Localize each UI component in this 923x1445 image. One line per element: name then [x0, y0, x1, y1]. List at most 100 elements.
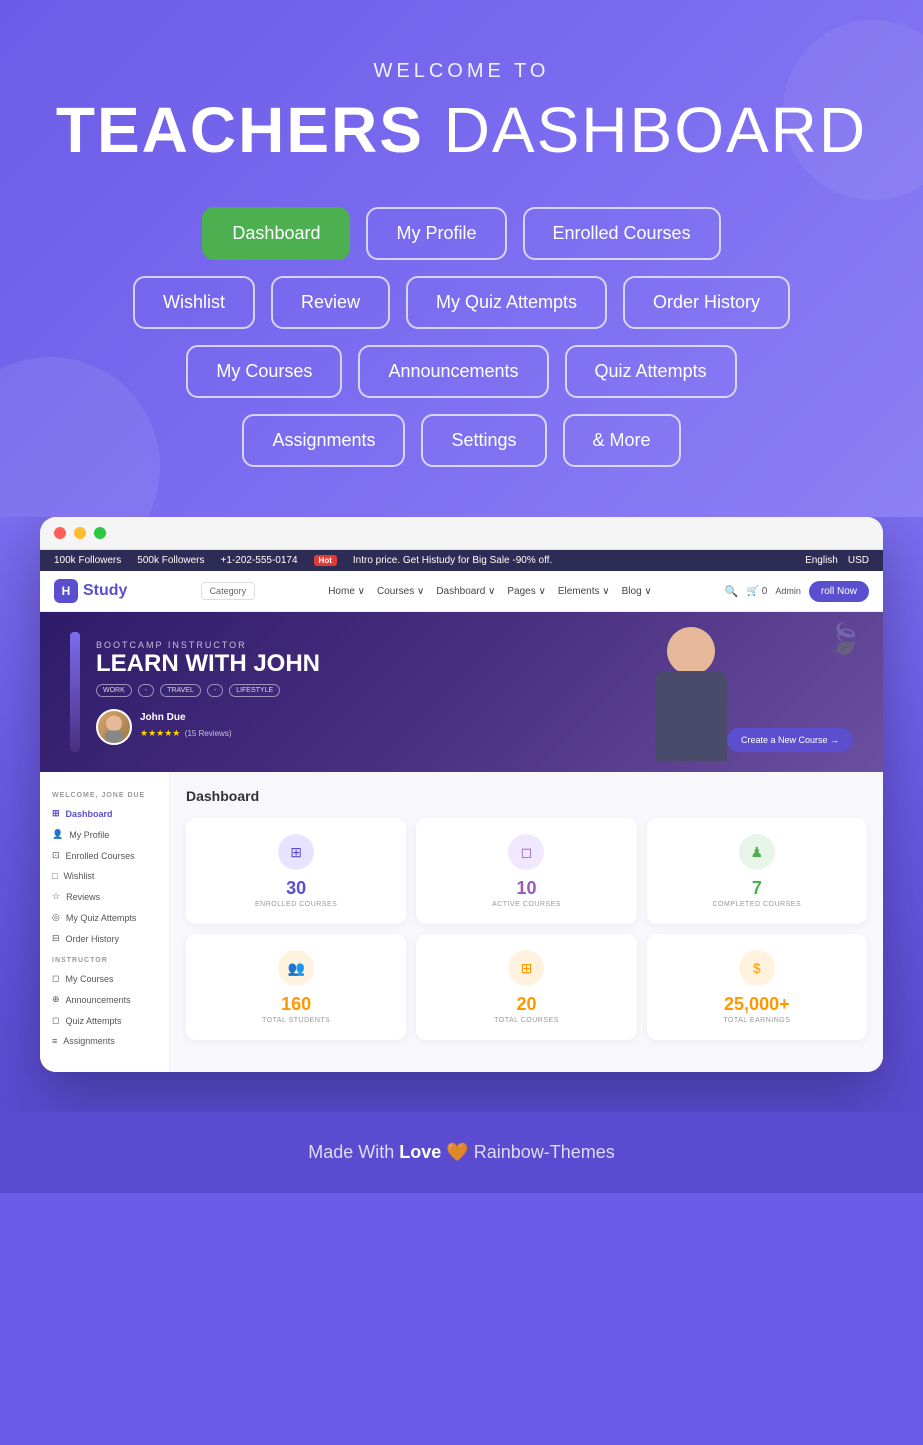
wishlist-icon: □: [52, 871, 57, 881]
bootcamp-label: BOOTCAMP INSTRUCTOR: [96, 640, 320, 650]
nav-btn-assignments[interactable]: Assignments: [242, 414, 405, 467]
tag-work: WORK: [96, 684, 132, 697]
instructor-details: John Due ★★★★★ (15 Reviews): [140, 712, 231, 741]
followers1: 100k Followers: [54, 555, 121, 566]
dot-yellow: [74, 527, 86, 539]
sidebar-item-enrolled-courses[interactable]: ⊡ Enrolled Courses: [40, 845, 169, 866]
tag-travel: TRAVEL: [160, 684, 201, 697]
sidebar-item-quiz-attempts-instructor[interactable]: ◻ Quiz Attempts: [40, 1010, 169, 1031]
hero-section: WELCOME TO TEACHERS DASHBOARD Dashboard …: [0, 0, 923, 517]
nav-btn-wishlist[interactable]: Wishlist: [133, 276, 255, 329]
cart-icon[interactable]: 🛒 0: [747, 586, 768, 597]
site-nav-links: Home ∨ Courses ∨ Dashboard ∨ Pages ∨ Ele…: [328, 586, 652, 597]
phone: +1-202-555-0174: [221, 555, 298, 566]
students-stat-label: TOTAL STUDENTS: [198, 1017, 394, 1024]
nav-btn-settings[interactable]: Settings: [421, 414, 546, 467]
sidebar-item-wishlist[interactable]: □ Wishlist: [40, 866, 169, 886]
logo-text: Study: [83, 582, 127, 600]
nav-btn-announcements[interactable]: Announcements: [358, 345, 548, 398]
sidebar-item-reviews[interactable]: ☆ Reviews: [40, 886, 169, 907]
nav-btn-order-history[interactable]: Order History: [623, 276, 790, 329]
lang-select[interactable]: English: [805, 555, 838, 566]
quiz-attempts-icon: ◻: [52, 1015, 59, 1026]
sidebar-instructor-label: INSTRUCTOR: [40, 949, 169, 968]
nav-btn-review[interactable]: Review: [271, 276, 390, 329]
nav-btn-dashboard[interactable]: Dashboard: [202, 207, 350, 260]
create-course-button[interactable]: Create a New Course →: [727, 728, 853, 752]
profile-icon: 👤: [52, 829, 63, 840]
site-hero-content: BOOTCAMP INSTRUCTOR LEARN WITH JOHN WORK…: [96, 640, 320, 745]
search-icon[interactable]: 🔍: [725, 585, 739, 598]
stat-enrolled-courses: ⊞ 30 ENROLLED COURSES: [186, 818, 406, 924]
stat-completed-courses: ♟ 7 COMPLETED COURSES: [647, 818, 867, 924]
stat-total-earnings: $ 25,000+ TOTAL EARNINGS: [647, 934, 867, 1040]
hero-person-figure: [643, 627, 738, 772]
nav-btn-more[interactable]: & More: [563, 414, 681, 467]
earnings-stat-icon: $: [739, 950, 775, 986]
completed-stat-icon: ♟: [739, 834, 775, 870]
nav-btn-enrolled-courses[interactable]: Enrolled Courses: [523, 207, 721, 260]
footer-text-after: Rainbow-Themes: [474, 1142, 615, 1162]
nav-courses[interactable]: Courses ∨: [377, 586, 424, 597]
sidebar-quiz-attempts-label: Quiz Attempts: [65, 1016, 121, 1026]
sidebar-item-my-profile[interactable]: 👤 My Profile: [40, 824, 169, 845]
site-hero-banner: BOOTCAMP INSTRUCTOR LEARN WITH JOHN WORK…: [40, 612, 883, 772]
enrolled-icon: ⊡: [52, 850, 60, 861]
total-courses-stat-number: 20: [428, 994, 624, 1015]
sidebar-item-my-courses[interactable]: ◻ My Courses: [40, 968, 169, 989]
person-head: [667, 627, 715, 675]
sidebar-item-order-history[interactable]: ⊟ Order History: [40, 928, 169, 949]
enrolled-stat-icon: ⊞: [278, 834, 314, 870]
nav-btn-my-profile[interactable]: My Profile: [366, 207, 506, 260]
enroll-button[interactable]: roll Now: [809, 581, 869, 602]
sidebar-item-assignments[interactable]: ≡ Assignments: [40, 1031, 169, 1051]
active-stat-label: ACTIVE COURSES: [428, 901, 624, 908]
sidebar-profile-label: My Profile: [69, 830, 109, 840]
site-logo[interactable]: H Study: [54, 579, 127, 603]
nav-blog[interactable]: Blog ∨: [622, 586, 652, 597]
total-courses-stat-label: TOTAL COURSES: [428, 1017, 624, 1024]
nav-pages[interactable]: Pages ∨: [507, 586, 545, 597]
sidebar-order-label: Order History: [66, 934, 120, 944]
sidebar: WELCOME, JONE DUE ⊞ Dashboard 👤 My Profi…: [40, 772, 170, 1072]
students-stat-icon: 👥: [278, 950, 314, 986]
nav-home[interactable]: Home ∨: [328, 586, 365, 597]
site-hero-title: LEARN WITH JOHN: [96, 650, 320, 678]
sidebar-quiz-label: My Quiz Attempts: [66, 913, 137, 923]
sidebar-item-announcements[interactable]: ⊕ Announcements: [40, 989, 169, 1010]
nav-elements[interactable]: Elements ∨: [558, 586, 610, 597]
stats-row-2: 👥 160 TOTAL STUDENTS ⊞ 20 TOTAL COURSES …: [186, 934, 867, 1040]
nav-btn-my-quiz-attempts[interactable]: My Quiz Attempts: [406, 276, 607, 329]
tag-lifestyle: LIFESTYLE: [229, 684, 280, 697]
students-stat-number: 160: [198, 994, 394, 1015]
nav-actions: 🔍 🛒 0 Admin roll Now: [725, 581, 869, 602]
leaf-decoration: 🍃: [826, 622, 863, 657]
dot-green-chrome: [94, 527, 106, 539]
instructor-name: John Due: [140, 712, 231, 723]
sidebar-item-dashboard[interactable]: ⊞ Dashboard: [40, 803, 169, 824]
tag-separator1: -: [138, 684, 154, 697]
browser-wrap: 100k Followers 500k Followers +1-202-555…: [0, 517, 923, 1112]
person-torso: [655, 671, 727, 761]
hot-badge: Hot: [314, 555, 337, 566]
nav-btn-my-courses[interactable]: My Courses: [186, 345, 342, 398]
hero-left-strip: [70, 632, 80, 752]
category-btn[interactable]: Category: [201, 582, 256, 600]
logo-icon: H: [54, 579, 78, 603]
my-courses-icon: ◻: [52, 973, 59, 984]
top-bar: 100k Followers 500k Followers +1-202-555…: [40, 550, 883, 571]
site-nav-bar: H Study Category Home ∨ Courses ∨ Dashbo…: [40, 571, 883, 612]
currency-select[interactable]: USD: [848, 555, 869, 566]
stat-total-courses: ⊞ 20 TOTAL COURSES: [416, 934, 636, 1040]
enrolled-stat-label: ENROLLED COURSES: [198, 901, 394, 908]
hero-title-bold: TEACHERS: [56, 94, 424, 166]
nav-row-4: Assignments Settings & More: [242, 414, 680, 467]
sidebar-item-quiz-attempts[interactable]: ◎ My Quiz Attempts: [40, 907, 169, 928]
admin-label: Admin: [775, 586, 801, 596]
nav-dashboard[interactable]: Dashboard ∨: [436, 586, 495, 597]
dashboard-title: Dashboard: [186, 788, 867, 804]
dashboard-area: WELCOME, JONE DUE ⊞ Dashboard 👤 My Profi…: [40, 772, 883, 1072]
earnings-stat-label: TOTAL EARNINGS: [659, 1017, 855, 1024]
footer-text-before: Made With: [308, 1142, 394, 1162]
nav-btn-quiz-attempts[interactable]: Quiz Attempts: [565, 345, 737, 398]
